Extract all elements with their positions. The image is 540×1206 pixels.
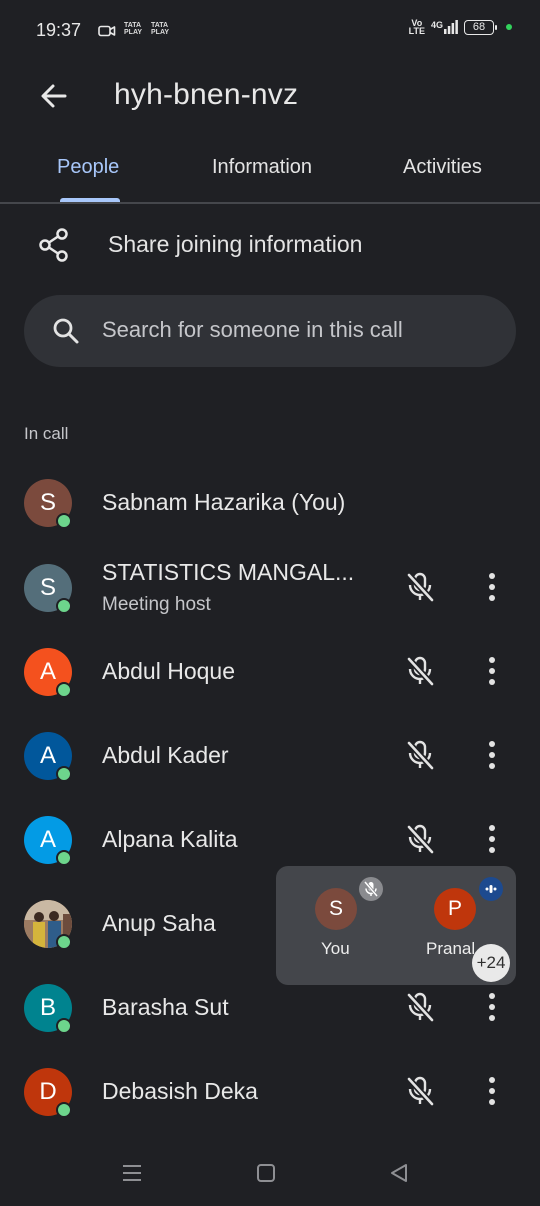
- tile-you-avatar: S: [315, 888, 357, 930]
- avatar-initial: S: [39, 489, 56, 516]
- more-vert-icon: [489, 825, 495, 853]
- online-status-dot: [56, 934, 72, 950]
- participant-name: STATISTICS MANGAL...: [102, 559, 355, 585]
- mic-off-icon: [406, 740, 435, 771]
- online-status-dot: [56, 1018, 72, 1034]
- mic-off-icon: [406, 824, 435, 855]
- home-icon[interactable]: [255, 1158, 277, 1188]
- video-camera-icon: [98, 25, 116, 37]
- tab-information[interactable]: Information: [212, 156, 312, 179]
- tataplay-notification-icon-2: TATA PLAY: [151, 22, 170, 36]
- battery-icon: 68: [464, 19, 497, 35]
- participant-muted-button[interactable]: [402, 989, 438, 1025]
- status-bar: 19:37 TATA PLAY TATA PLAY Vo LTE 4G 68: [0, 0, 540, 62]
- online-status-dot: [56, 598, 72, 614]
- avatar-initial: D: [39, 1078, 57, 1105]
- floating-call-tile[interactable]: S You P Pranal +24: [276, 866, 516, 985]
- tabs-divider: [0, 202, 540, 204]
- participant-name: Barasha Sut: [102, 994, 229, 1020]
- mic-off-icon: [363, 881, 379, 897]
- back-icon[interactable]: [388, 1158, 410, 1188]
- participant-row[interactable]: D Debasish Deka: [0, 1049, 540, 1133]
- in-call-section-label: In call: [24, 424, 69, 443]
- more-participants-badge[interactable]: +24: [472, 944, 510, 982]
- avatar-initial: S: [39, 574, 56, 601]
- search-icon: [53, 318, 79, 344]
- participant-more-options-button[interactable]: [478, 737, 506, 773]
- participant-name: Anup Saha: [102, 910, 216, 936]
- tab-activities[interactable]: Activities: [403, 156, 482, 179]
- audio-levels-icon: [485, 885, 497, 893]
- avatar-initial: A: [39, 658, 56, 685]
- avatar-initial: B: [39, 994, 56, 1021]
- tile-other-label: Pranal: [426, 939, 476, 958]
- status-right: Vo LTE 4G 68: [408, 18, 512, 36]
- tile-speaking-badge: [479, 877, 503, 901]
- privacy-indicator-dot: [506, 24, 512, 30]
- avatar-initial: A: [39, 742, 56, 769]
- search-input[interactable]: Search for someone in this call: [102, 317, 403, 343]
- participant-role: Meeting host: [102, 594, 211, 615]
- more-vert-icon: [489, 573, 495, 601]
- menu-icon[interactable]: [120, 1158, 144, 1188]
- participant-name: Abdul Kader: [102, 742, 229, 768]
- volte-indicator: Vo LTE: [408, 18, 425, 36]
- participant-more-options-button[interactable]: [478, 653, 506, 689]
- online-status-dot: [56, 513, 72, 529]
- signal-icon: 4G: [431, 20, 458, 34]
- online-status-dot: [56, 766, 72, 782]
- participant-search-field[interactable]: Search for someone in this call: [24, 295, 516, 367]
- participant-muted-button[interactable]: [402, 653, 438, 689]
- online-status-dot: [56, 1102, 72, 1118]
- more-vert-icon: [489, 657, 495, 685]
- online-status-dot: [56, 850, 72, 866]
- tataplay-notification-icon: TATA PLAY: [124, 22, 143, 36]
- participant-name: Abdul Hoque: [102, 658, 235, 684]
- more-vert-icon: [489, 993, 495, 1021]
- tile-muted-badge: [359, 877, 383, 901]
- participant-muted-button[interactable]: [402, 1073, 438, 1109]
- participant-name: Alpana Kalita: [102, 826, 238, 852]
- participant-more-options-button[interactable]: [478, 821, 506, 857]
- more-vert-icon: [489, 1077, 495, 1105]
- online-status-dot: [56, 682, 72, 698]
- mic-off-icon: [406, 1076, 435, 1107]
- participant-more-options-button[interactable]: [478, 989, 506, 1025]
- avatar-initial: A: [39, 826, 56, 853]
- participant-name: Sabnam Hazarika (You): [102, 489, 346, 515]
- participant-row[interactable]: A Abdul Hoque: [0, 629, 540, 713]
- meeting-code-title: hyh-bnen-nvz: [114, 78, 299, 111]
- status-time: 19:37: [36, 20, 82, 40]
- back-arrow-icon[interactable]: [38, 80, 70, 112]
- mic-off-icon: [406, 572, 435, 603]
- participant-more-options-button[interactable]: [478, 569, 506, 605]
- participant-muted-button[interactable]: [402, 737, 438, 773]
- share-joining-info-button[interactable]: Share joining information: [108, 231, 362, 258]
- more-vert-icon: [489, 741, 495, 769]
- participant-muted-button[interactable]: [402, 821, 438, 857]
- participant-more-options-button[interactable]: [478, 1073, 506, 1109]
- participant-name: Debasish Deka: [102, 1078, 258, 1104]
- mic-off-icon: [406, 656, 435, 687]
- tile-other-avatar: P: [434, 888, 476, 930]
- tile-you-label: You: [321, 939, 350, 958]
- participant-row[interactable]: S Sabnam Hazarika (You): [0, 460, 540, 544]
- participant-row[interactable]: A Abdul Kader: [0, 713, 540, 797]
- tab-people[interactable]: People: [57, 156, 119, 179]
- participant-muted-button[interactable]: [402, 569, 438, 605]
- mic-off-icon: [406, 992, 435, 1023]
- share-icon[interactable]: [38, 227, 70, 263]
- participant-row[interactable]: S STATISTICS MANGAL... Meeting host: [0, 545, 540, 629]
